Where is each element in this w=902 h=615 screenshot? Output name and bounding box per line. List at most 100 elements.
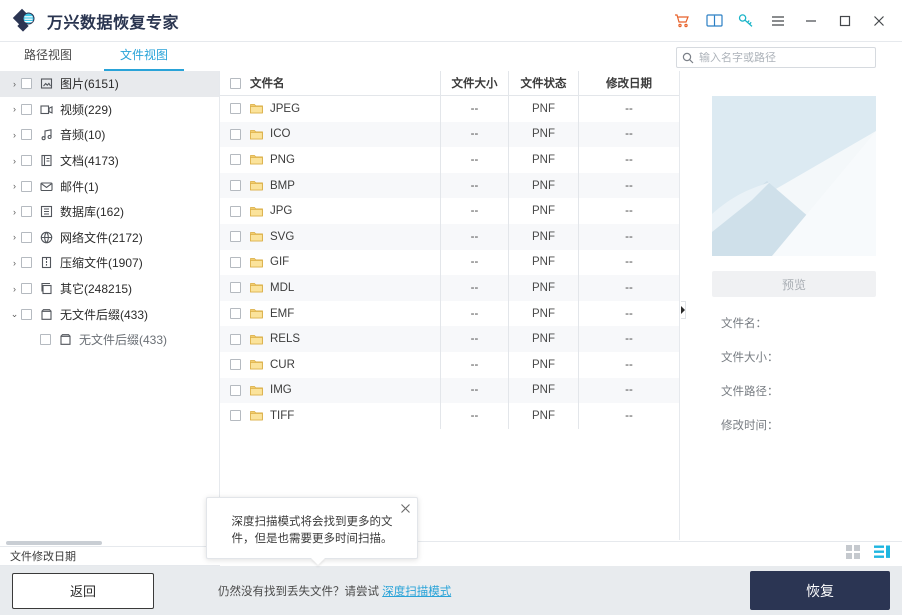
table-row[interactable]: JPEG --PNF-- — [220, 96, 679, 122]
sidebar-sort-label: 文件修改日期 — [10, 548, 76, 564]
table-row[interactable]: EMF --PNF-- — [220, 301, 679, 327]
cell-state: PNF — [508, 352, 578, 378]
table-row[interactable]: MDL --PNF-- — [220, 275, 679, 301]
row-checkbox[interactable] — [220, 257, 250, 268]
sidebar-item-10[interactable]: 无文件后缀(433) — [0, 327, 219, 353]
table-row[interactable]: SVG --PNF-- — [220, 224, 679, 250]
sidebar-item-checkbox[interactable] — [21, 232, 32, 243]
cell-name: MDL — [250, 275, 440, 301]
sidebar-item-checkbox[interactable] — [40, 334, 51, 345]
preview-button[interactable]: 预览 — [712, 271, 876, 297]
close-icon[interactable] — [862, 0, 896, 42]
column-header-size[interactable]: 文件大小 — [440, 71, 508, 96]
row-checkbox[interactable] — [220, 385, 250, 396]
row-checkbox[interactable] — [220, 231, 250, 242]
row-checkbox[interactable] — [220, 180, 250, 191]
sidebar-item-checkbox[interactable] — [21, 206, 32, 217]
tab-file-view[interactable]: 文件视图 — [96, 42, 192, 71]
sidebar-item-checkbox[interactable] — [21, 309, 32, 320]
row-checkbox[interactable] — [220, 410, 250, 421]
sidebar-item-3[interactable]: ›文档(4173) — [0, 148, 219, 174]
sidebar-item-2[interactable]: ›音频(10) — [0, 122, 219, 148]
menu-icon[interactable] — [762, 0, 794, 42]
sidebar-item-checkbox[interactable] — [21, 181, 32, 192]
chevron-down-icon[interactable]: ⌄ — [8, 309, 21, 320]
sidebar-item-8[interactable]: ›其它(248215) — [0, 276, 219, 302]
sidebar-item-1[interactable]: ›视频(229) — [0, 97, 219, 123]
column-header-name[interactable]: 文件名 — [250, 71, 440, 96]
row-checkbox[interactable] — [220, 334, 250, 345]
cell-name: GIF — [250, 250, 440, 276]
sidebar-item-checkbox[interactable] — [21, 78, 32, 89]
table-row[interactable]: CUR --PNF-- — [220, 352, 679, 378]
search-box[interactable] — [676, 47, 876, 68]
chevron-right-icon[interactable]: › — [8, 207, 21, 217]
table-row[interactable]: TIFF --PNF-- — [220, 403, 679, 429]
table-row[interactable]: PNG --PNF-- — [220, 147, 679, 173]
sidebar-item-9[interactable]: ⌄无文件后缀(433) — [0, 301, 219, 327]
chevron-right-icon[interactable]: › — [8, 104, 21, 114]
sidebar-item-checkbox[interactable] — [21, 155, 32, 166]
select-all-checkbox[interactable] — [220, 78, 250, 89]
table-row[interactable]: JPG --PNF-- — [220, 198, 679, 224]
folder-icon — [250, 154, 263, 165]
row-checkbox[interactable] — [220, 282, 250, 293]
deep-scan-link[interactable]: 深度扫描模式 — [382, 586, 451, 598]
sidebar-item-checkbox[interactable] — [21, 257, 32, 268]
book-icon[interactable] — [698, 0, 730, 42]
chevron-right-icon[interactable]: › — [8, 258, 21, 268]
preview-field-2: 文件路径： — [681, 383, 902, 399]
row-checkbox[interactable] — [220, 129, 250, 140]
chevron-right-icon[interactable]: › — [8, 181, 21, 191]
table-row[interactable]: ICO --PNF-- — [220, 122, 679, 148]
table-row[interactable]: BMP --PNF-- — [220, 173, 679, 199]
row-checkbox[interactable] — [220, 308, 250, 319]
close-icon[interactable] — [398, 501, 412, 515]
tab-path-view[interactable]: 路径视图 — [0, 42, 96, 71]
category-tree[interactable]: ›图片(6151)›视频(229)›音频(10)›文档(4173)›邮件(1)›… — [0, 71, 220, 540]
chevron-right-icon[interactable]: › — [8, 284, 21, 294]
sidebar-item-4[interactable]: › 邮件(1) — [0, 173, 219, 199]
folder-icon — [250, 103, 263, 114]
chevron-right-icon[interactable]: › — [8, 79, 21, 89]
key-icon[interactable] — [730, 0, 762, 42]
sidebar-item-checkbox[interactable] — [21, 104, 32, 115]
row-checkbox[interactable] — [220, 103, 250, 114]
grid-view-icon[interactable] — [846, 545, 860, 562]
folder-icon — [250, 410, 263, 421]
sidebar-item-checkbox[interactable] — [21, 129, 32, 140]
column-header-state[interactable]: 文件状态 — [508, 71, 578, 96]
chevron-right-icon[interactable]: › — [8, 156, 21, 166]
chevron-right-icon[interactable]: › — [8, 232, 21, 242]
folder-icon — [250, 334, 263, 345]
maximize-icon[interactable] — [828, 0, 862, 42]
audio-icon — [39, 127, 54, 142]
row-checkbox[interactable] — [220, 154, 250, 165]
sidebar-item-6[interactable]: ›网络文件(2172) — [0, 225, 219, 251]
sidebar-sort-row[interactable]: 文件修改日期 › — [0, 546, 220, 566]
row-checkbox[interactable] — [220, 206, 250, 217]
list-view-icon[interactable] — [874, 545, 890, 562]
cell-state: PNF — [508, 378, 578, 404]
table-row[interactable]: RELS --PNF-- — [220, 326, 679, 352]
table-row[interactable]: GIF --PNF-- — [220, 250, 679, 276]
chevron-right-icon[interactable]: › — [8, 130, 21, 140]
column-header-date[interactable]: 修改日期 — [578, 71, 679, 96]
back-button[interactable]: 返回 — [12, 573, 154, 609]
minimize-icon[interactable] — [794, 0, 828, 42]
cart-icon[interactable] — [666, 0, 698, 42]
sidebar-item-0[interactable]: ›图片(6151) — [0, 71, 219, 97]
hint-text: 仍然没有找到丢失文件？请尝试 — [218, 586, 379, 598]
sidebar-item-7[interactable]: ›压缩文件(1907) — [0, 250, 219, 276]
search-input[interactable] — [699, 52, 870, 64]
row-checkbox[interactable] — [220, 359, 250, 370]
sidebar-item-5[interactable]: ›数据库(162) — [0, 199, 219, 225]
sidebar-item-label: 邮件(1) — [60, 178, 99, 195]
sidebar-item-checkbox[interactable] — [21, 283, 32, 294]
title-bar: 万兴数据恢复专家 — [0, 0, 902, 42]
recover-button[interactable]: 恢复 — [750, 571, 890, 610]
folder-icon — [250, 129, 263, 140]
table-row[interactable]: IMG --PNF-- — [220, 378, 679, 404]
cell-date: -- — [578, 224, 679, 250]
tooltip-arrow — [311, 558, 325, 565]
